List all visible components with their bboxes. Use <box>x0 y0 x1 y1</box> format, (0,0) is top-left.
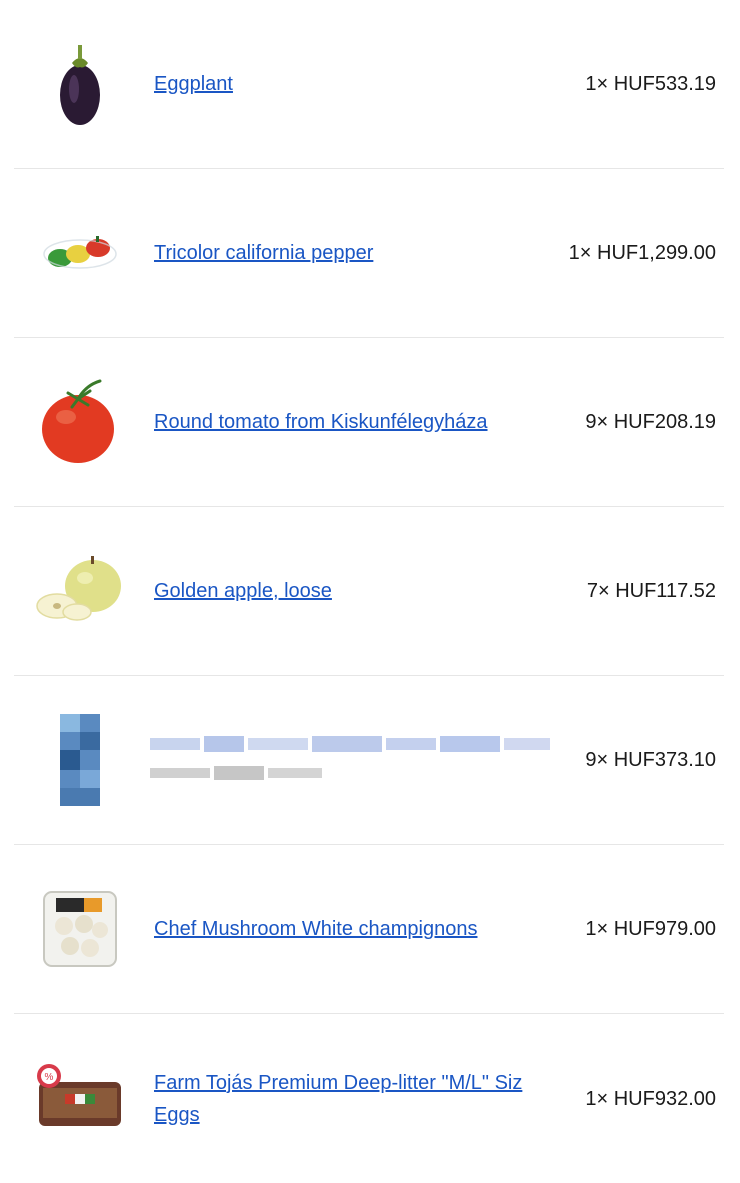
list-item: Eggplant 1× HUF533.19 <box>14 0 724 169</box>
item-price: 1× HUF1,299.00 <box>568 242 716 264</box>
order-items-list: Eggplant 1× HUF533.19 Tricolor californi… <box>0 0 740 1140</box>
item-price: 1× HUF979.00 <box>585 918 716 940</box>
list-item: 9× HUF373.10 <box>14 676 724 845</box>
list-item: Chef Mushroom White champignons 1× HUF97… <box>14 845 724 1014</box>
item-name-link[interactable]: Golden apple, loose <box>154 575 554 607</box>
item-price: 7× HUF117.52 <box>586 580 716 602</box>
item-name-link[interactable]: Round tomato from Kiskunfélegyháza <box>154 406 554 438</box>
blurred-product-icon[interactable] <box>34 714 126 806</box>
list-item: Golden apple, loose 7× HUF117.52 <box>14 507 724 676</box>
pepper-icon[interactable] <box>34 207 126 299</box>
list-item: Tricolor california pepper 1× HUF1,299.0… <box>14 169 724 338</box>
item-price: 1× HUF932.00 <box>585 1087 716 1110</box>
tomato-icon[interactable] <box>34 376 126 468</box>
item-name-link[interactable]: Farm Tojás Premium Deep-litter "M/L" Siz… <box>154 1067 554 1131</box>
list-item: % Farm Tojás Premium Deep-litter "M/L" S… <box>14 1014 724 1183</box>
eggplant-icon[interactable] <box>34 38 126 130</box>
list-item: Round tomato from Kiskunfélegyháza 9× HU… <box>14 338 724 507</box>
item-name-link[interactable]: Eggplant <box>154 68 554 100</box>
mushroom-pack-icon[interactable] <box>34 883 126 975</box>
item-name-link[interactable]: Tricolor california pepper <box>154 237 554 269</box>
svg-text:%: % <box>45 1072 54 1083</box>
apple-icon[interactable] <box>34 545 126 637</box>
item-price: 9× HUF208.19 <box>585 411 716 433</box>
item-price: 9× HUF373.10 <box>585 749 716 771</box>
item-name-link[interactable]: Chef Mushroom White champignons <box>154 913 554 945</box>
blurred-item-name <box>150 730 560 790</box>
item-price: 1× HUF533.19 <box>585 73 716 95</box>
egg-carton-icon[interactable]: % <box>34 1053 126 1145</box>
